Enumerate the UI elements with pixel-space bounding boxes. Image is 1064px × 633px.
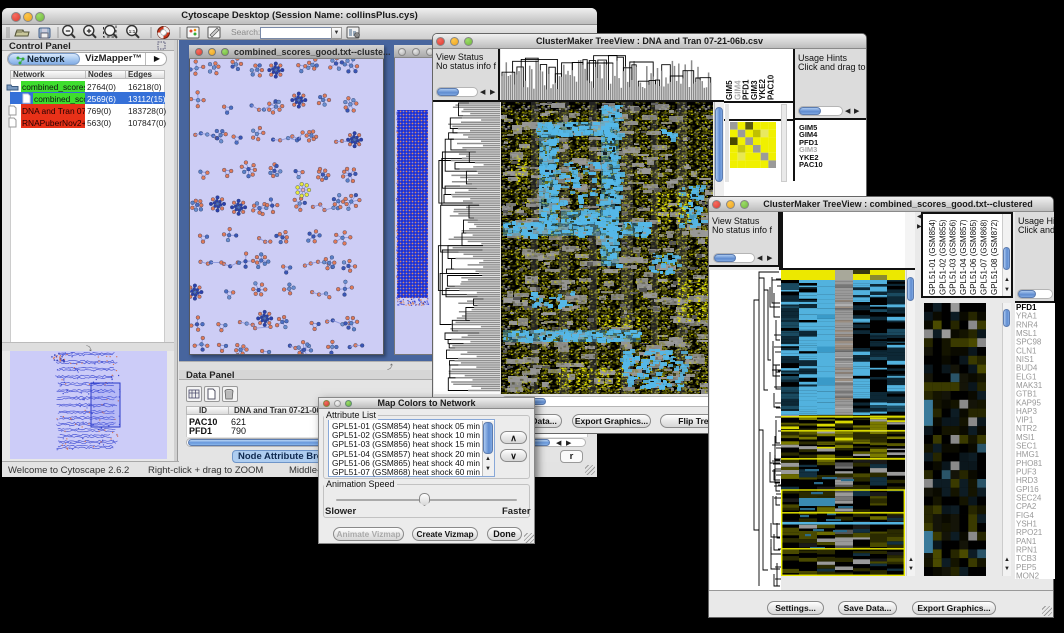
svg-text:MAK31: MAK31 (1016, 381, 1043, 390)
svg-text:PAN1: PAN1 (1016, 537, 1037, 546)
svg-text:HMG1: HMG1 (1016, 450, 1040, 459)
svg-text:GPL51-03 (GSM856): GPL51-03 (GSM856) (949, 219, 958, 295)
svg-text:NTR2: NTR2 (1016, 424, 1037, 433)
svg-text:MSI1: MSI1 (1016, 433, 1035, 442)
svg-text:GPL51-02 (GSM855): GPL51-02 (GSM855) (938, 219, 947, 295)
svg-text:RNR4: RNR4 (1016, 320, 1038, 329)
svg-text:PAC10: PAC10 (767, 74, 776, 100)
svg-text:1:1: 1:1 (129, 29, 136, 34)
svg-text:GPL51-07 (GSM868): GPL51-07 (GSM868) (980, 219, 989, 295)
svg-text:HAP3: HAP3 (1016, 407, 1037, 416)
svg-text:FIG4: FIG4 (1016, 511, 1034, 520)
svg-text:GTB1: GTB1 (1016, 390, 1037, 399)
svg-text:BUD4: BUD4 (1016, 364, 1038, 373)
svg-text:GPL51-06 (GSM865): GPL51-06 (GSM865) (969, 219, 978, 295)
svg-text:MON2: MON2 (1016, 572, 1040, 580)
svg-text:GPL51-04 (GSM857): GPL51-04 (GSM857) (959, 219, 968, 295)
svg-text:Search:: Search: (231, 27, 260, 37)
svg-text:PFD1: PFD1 (1016, 303, 1037, 312)
svg-text:GPL51-08 (GSM872): GPL51-08 (GSM872) (990, 219, 999, 295)
svg-text:SPC98: SPC98 (1016, 338, 1042, 347)
svg-text:SEC24: SEC24 (1016, 494, 1042, 503)
svg-text:PUF3: PUF3 (1016, 468, 1037, 477)
svg-text:HRD3: HRD3 (1016, 476, 1038, 485)
svg-text:YSH1: YSH1 (1016, 520, 1037, 529)
svg-text:GPL51-01 (GSM854): GPL51-01 (GSM854) (928, 219, 937, 295)
svg-text:CLN1: CLN1 (1016, 346, 1037, 355)
svg-text:TCB3: TCB3 (1016, 554, 1037, 563)
svg-text:PEP5: PEP5 (1016, 563, 1037, 572)
